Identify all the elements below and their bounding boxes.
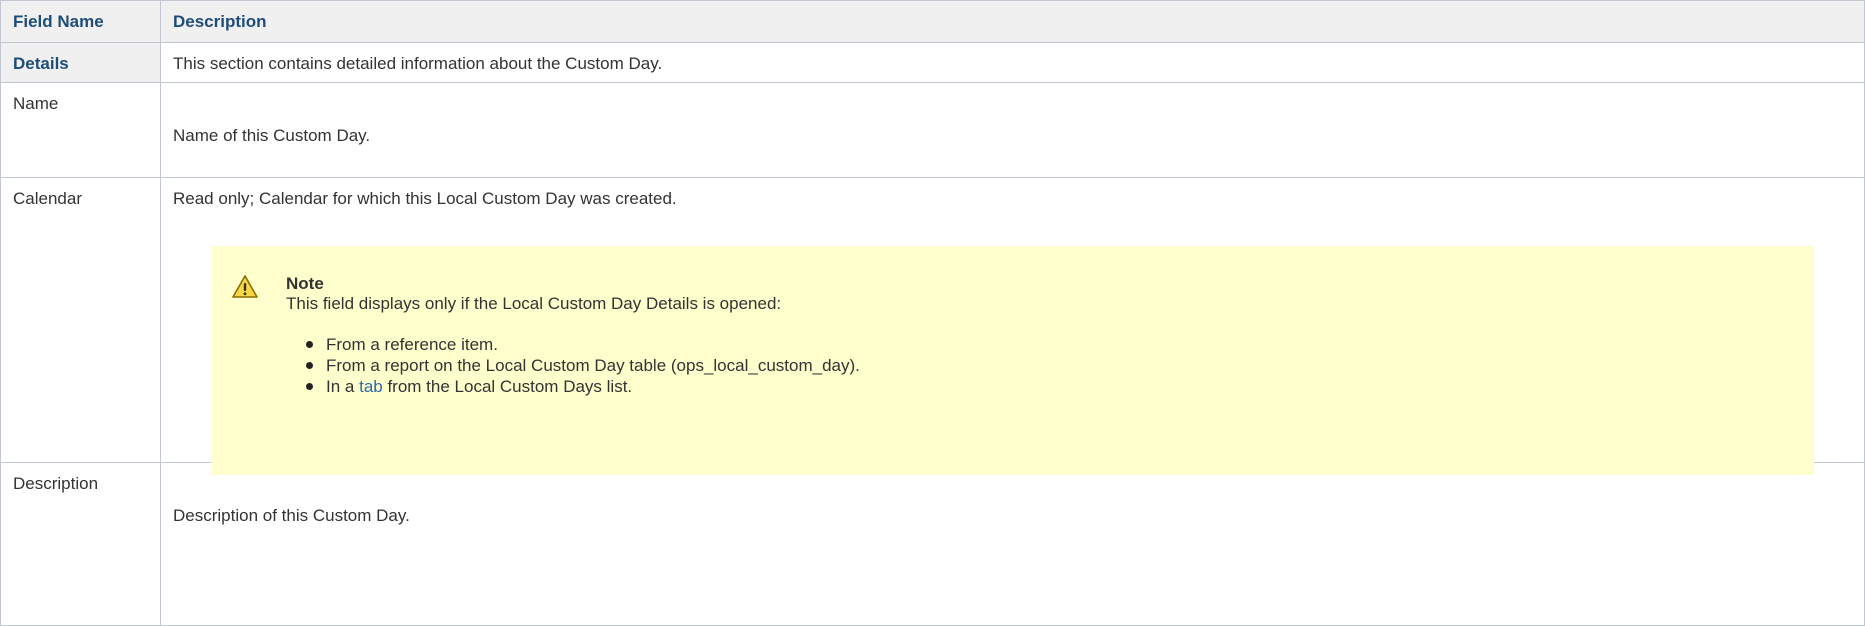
description-cell: Name of this Custom Day.	[161, 83, 1865, 177]
note-bullet-list: From a reference item. From a report on …	[286, 334, 1794, 397]
description-cell: This section contains detailed informati…	[161, 43, 1865, 82]
description-text: Description of this Custom Day.	[173, 506, 410, 525]
field-name-cell: Description	[1, 463, 161, 625]
list-item: From a report on the Local Custom Day ta…	[306, 355, 1794, 376]
table-row: Name Name of this Custom Day.	[1, 83, 1865, 178]
tab-link[interactable]: tab	[359, 377, 383, 396]
bullet-prefix: In a	[326, 377, 360, 396]
header-description: Description	[161, 1, 1865, 42]
table-row: Details This section contains detailed i…	[1, 43, 1865, 83]
warning-icon	[232, 275, 258, 298]
bullet-suffix: from the Local Custom Days list.	[382, 377, 633, 396]
field-table: Field Name Description Details This sect…	[0, 0, 1865, 626]
table-header-row: Field Name Description	[1, 1, 1865, 43]
note-text: This field displays only if the Local Cu…	[286, 294, 782, 313]
table-row: Description Description of this Custom D…	[1, 463, 1865, 626]
description-cell: Description of this Custom Day.	[161, 463, 1865, 625]
header-field-name: Field Name	[1, 1, 161, 42]
note-title: Note	[286, 274, 324, 293]
description-cell: Read only; Calendar for which this Local…	[161, 178, 1865, 475]
field-name-cell: Name	[1, 83, 161, 177]
field-name-cell: Details	[1, 43, 161, 82]
table-row: Calendar Read only; Calendar for which t…	[1, 178, 1865, 475]
note-panel: Note This field displays only if the Loc…	[211, 246, 1814, 475]
description-text: Read only; Calendar for which this Local…	[173, 189, 677, 208]
field-name-cell: Calendar	[1, 178, 161, 462]
list-item: In a tab from the Local Custom Days list…	[306, 376, 1794, 397]
description-text: Name of this Custom Day.	[173, 126, 371, 145]
list-item: From a reference item.	[306, 334, 1794, 355]
